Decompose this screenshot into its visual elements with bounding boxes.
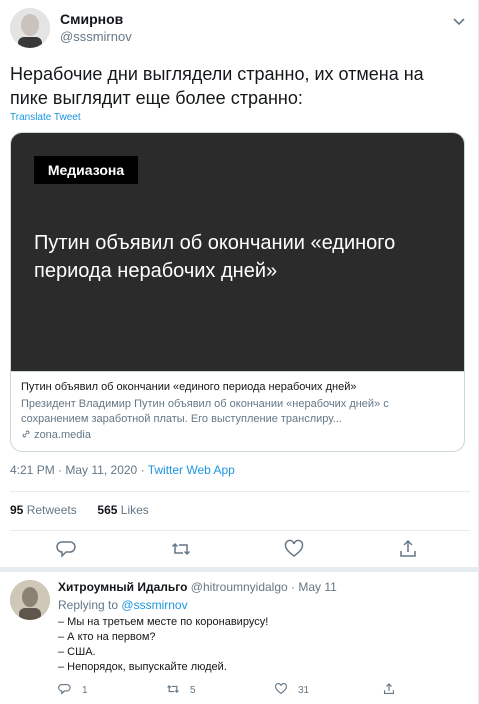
likes-stat[interactable]: 565 Likes: [97, 503, 148, 517]
reply-text-line: – США.: [58, 646, 96, 658]
tweet-source-app[interactable]: Twitter Web App: [148, 463, 235, 477]
reply-retweet-count: 5: [190, 684, 196, 696]
tweet-text-line: Нерабочие дни выглядели странно, их отме…: [10, 64, 424, 84]
tweet-actions: [0, 538, 479, 564]
retweet-icon[interactable]: [170, 538, 192, 560]
meta-separator: ·: [291, 580, 296, 594]
author-avatar[interactable]: [10, 8, 50, 48]
reply-share-button[interactable]: [382, 682, 396, 698]
reply-author-name[interactable]: Хитроумный Идальго: [58, 580, 187, 594]
card-brand-logo: Медиазона: [34, 156, 138, 184]
card-domain-text: zona.media: [34, 429, 91, 441]
replying-to-handle[interactable]: @sssmirnov: [121, 598, 187, 612]
reply-actions: 1 5 31: [58, 682, 418, 698]
tweet-detail: Смирнов @sssmirnov Нерабочие дни выгляде…: [0, 0, 479, 704]
link-card[interactable]: Медиазона Путин объявил об окончании «ед…: [10, 132, 465, 452]
retweets-label: Retweets: [26, 503, 77, 517]
author-handle[interactable]: @sssmirnov: [60, 29, 132, 44]
reply-reply-count: 1: [82, 684, 88, 696]
reply-text-line: – Непорядок, выпускайте людей.: [58, 661, 227, 673]
tweet-date[interactable]: May 11, 2020: [65, 463, 137, 477]
card-headline-line: Путин объявил об окончании «единого: [34, 232, 396, 254]
tweet-text-line: пике выглядит еще более странно:: [10, 88, 303, 108]
card-title: Путин объявил об окончании «единого пери…: [21, 381, 357, 393]
link-icon: [21, 429, 34, 441]
author-name[interactable]: Смирнов: [60, 11, 123, 27]
like-icon[interactable]: [283, 538, 305, 560]
reply-reply-button[interactable]: 1: [58, 682, 88, 698]
card-description-line: сохранением заработной платы. Его выступ…: [21, 413, 342, 425]
reply-like-button[interactable]: 31: [274, 682, 309, 698]
card-domain: zona.media: [21, 428, 456, 443]
tweet-text: Нерабочие дни выглядели странно, их отме…: [10, 62, 460, 110]
card-image: Медиазона Путин объявил об окончании «ед…: [11, 133, 464, 371]
section-separator: [0, 567, 479, 572]
tweet-header: Смирнов @sssmirnov: [10, 8, 470, 52]
reply-text-line: – А кто на первом?: [58, 631, 156, 643]
reply-author-avatar[interactable]: [10, 580, 50, 620]
reply-text: – Мы на третьем месте по коронавирусу! –…: [58, 615, 268, 675]
meta-separator: ·: [140, 463, 145, 477]
like-icon: [274, 682, 288, 699]
meta-separator: ·: [58, 463, 63, 477]
translate-tweet-link[interactable]: Translate Tweet: [10, 112, 81, 123]
tweet-time[interactable]: 4:21 PM: [10, 463, 55, 477]
card-description: Президент Владимир Путин объявил об окон…: [21, 397, 456, 427]
divider: [10, 530, 470, 531]
retweets-stat[interactable]: 95 Retweets: [10, 503, 77, 517]
card-body: Путин объявил об окончании «единого пери…: [11, 371, 464, 451]
reply-text-line: – Мы на третьем месте по коронавирусу!: [58, 616, 269, 628]
card-headline: Путин объявил об окончании «единого пери…: [34, 229, 454, 285]
likes-count: 565: [97, 503, 118, 517]
retweets-count: 95: [10, 503, 24, 517]
divider: [10, 491, 470, 492]
tweet-stats: 95 Retweets 565 Likes: [10, 503, 149, 517]
reply-like-count: 31: [298, 684, 310, 696]
tweet-meta: 4:21 PM · May 11, 2020 · Twitter Web App: [10, 463, 235, 477]
reply-icon: [58, 682, 72, 699]
reply-icon[interactable]: [56, 538, 78, 560]
reply-header: Хитроумный Идальго @hitroumnyidalgo · Ma…: [58, 580, 337, 594]
share-icon[interactable]: [397, 538, 419, 560]
replying-to-label: Replying to: [58, 598, 119, 612]
reply-retweet-button[interactable]: 5: [166, 682, 196, 698]
share-icon: [382, 682, 396, 699]
reply-author-handle[interactable]: @hitroumnyidalgo: [191, 580, 288, 594]
retweet-icon: [166, 682, 180, 699]
card-description-line: Президент Владимир Путин объявил об окон…: [21, 398, 389, 410]
reply-date[interactable]: May 11: [298, 580, 336, 594]
card-headline-line: периода нерабочих дней»: [34, 260, 278, 282]
likes-label: Likes: [120, 503, 149, 517]
replying-to: Replying to @sssmirnov: [58, 598, 188, 612]
chevron-down-icon[interactable]: [450, 12, 468, 30]
